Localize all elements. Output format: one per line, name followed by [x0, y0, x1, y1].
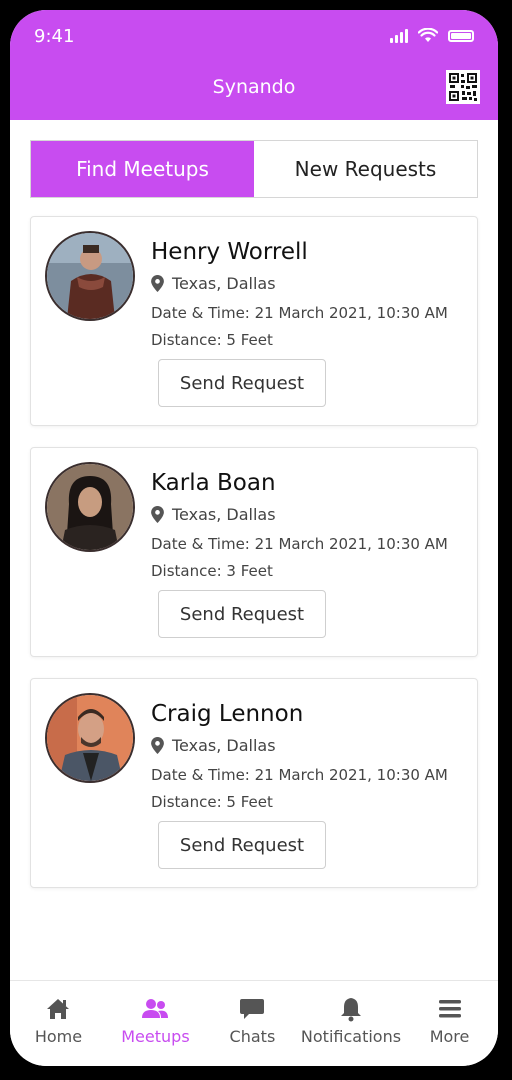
- nav-item-more[interactable]: More: [401, 981, 498, 1066]
- map-pin-icon: [151, 506, 164, 523]
- avatar: [45, 693, 135, 783]
- meetup-datetime: Date & Time: 21 March 2021, 10:30 AM: [151, 304, 448, 322]
- map-pin-icon: [151, 737, 164, 754]
- meetup-distance: Distance: 5 Feet: [151, 331, 273, 349]
- location-text: Texas, Dallas: [172, 505, 276, 524]
- nav-item-home[interactable]: Home: [10, 981, 107, 1066]
- chat-icon: [240, 999, 265, 1019]
- nav-item-notifications[interactable]: Notifications: [301, 981, 401, 1066]
- page-title: Synando: [212, 76, 296, 98]
- tab-find-meetups[interactable]: Find Meetups: [31, 141, 254, 197]
- send-request-button[interactable]: Send Request: [158, 590, 326, 638]
- avatar: [45, 462, 135, 552]
- nav-item-meetups[interactable]: Meetups: [107, 981, 204, 1066]
- meetup-card: Karla Boan Texas, Dallas Date & Time: 21…: [30, 447, 478, 657]
- meetup-name: Karla Boan: [151, 470, 276, 496]
- location-text: Texas, Dallas: [172, 274, 276, 293]
- meetup-card: Henry Worrell Texas, Dallas Date & Time:…: [30, 216, 478, 426]
- meetup-datetime: Date & Time: 21 March 2021, 10:30 AM: [151, 535, 448, 553]
- menu-icon: [438, 1000, 461, 1018]
- nav-label: Home: [34, 1027, 83, 1046]
- battery-icon: [448, 29, 474, 42]
- nav-label: Meetups: [121, 1027, 190, 1046]
- users-icon: [142, 999, 169, 1018]
- meetup-datetime: Date & Time: 21 March 2021, 10:30 AM: [151, 766, 448, 784]
- app-header: 9:41 Synando: [10, 10, 498, 120]
- map-pin-icon: [151, 275, 164, 292]
- send-request-button[interactable]: Send Request: [158, 821, 326, 869]
- qr-code-icon[interactable]: [446, 70, 480, 104]
- avatar: [45, 231, 135, 321]
- status-icons: [390, 28, 474, 43]
- meetup-distance: Distance: 3 Feet: [151, 562, 273, 580]
- meetup-name: Craig Lennon: [151, 701, 304, 727]
- bell-icon: [340, 998, 361, 1022]
- meetup-tabs: Find Meetups New Requests: [30, 140, 478, 198]
- meetup-name: Henry Worrell: [151, 239, 308, 265]
- nav-label: Notifications: [300, 1027, 402, 1046]
- wifi-icon: [418, 28, 438, 42]
- meetup-distance: Distance: 5 Feet: [151, 793, 273, 811]
- location-text: Texas, Dallas: [172, 736, 276, 755]
- tab-new-requests[interactable]: New Requests: [254, 141, 477, 197]
- bottom-navigation: Home Meetups Chats Notifications More: [10, 980, 498, 1066]
- meetup-location: Texas, Dallas: [151, 505, 276, 524]
- nav-label: Chats: [229, 1027, 276, 1046]
- status-time: 9:41: [34, 26, 75, 47]
- signal-icon: [390, 28, 408, 43]
- home-icon: [47, 999, 70, 1019]
- nav-label: More: [429, 1027, 470, 1046]
- phone-screen: 9:41 Synando Find Meetups New Requests H…: [10, 10, 498, 1066]
- send-request-button[interactable]: Send Request: [158, 359, 326, 407]
- meetup-location: Texas, Dallas: [151, 274, 276, 293]
- meetup-location: Texas, Dallas: [151, 736, 276, 755]
- nav-item-chats[interactable]: Chats: [204, 981, 301, 1066]
- meetup-card: Craig Lennon Texas, Dallas Date & Time: …: [30, 678, 478, 888]
